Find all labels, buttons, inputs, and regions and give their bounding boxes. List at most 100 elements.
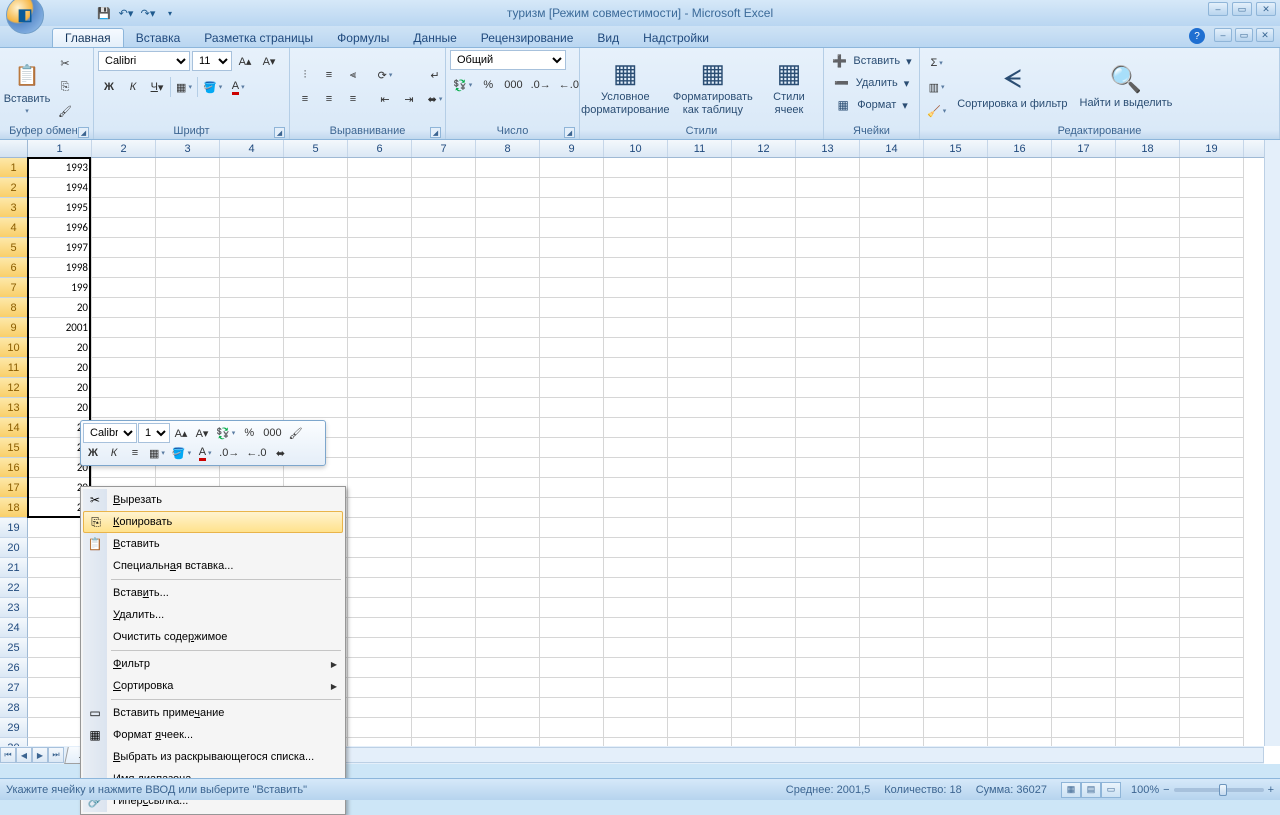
cell[interactable] (540, 278, 604, 298)
decrease-indent-icon[interactable]: ⇤ (374, 88, 396, 110)
mini-dec-decimal-icon[interactable]: ←.0 (243, 443, 269, 463)
cell[interactable] (1116, 398, 1180, 418)
cell[interactable] (156, 238, 220, 258)
cell[interactable] (220, 258, 284, 278)
cell[interactable]: 1994 (28, 178, 92, 198)
cell[interactable] (604, 598, 668, 618)
column-header[interactable]: 3 (156, 140, 220, 157)
cell[interactable] (1116, 498, 1180, 518)
column-header[interactable]: 18 (1116, 140, 1180, 157)
cell[interactable] (668, 278, 732, 298)
cell[interactable] (348, 218, 412, 238)
cell[interactable] (668, 338, 732, 358)
cell[interactable] (604, 378, 668, 398)
cell[interactable] (860, 218, 924, 238)
cell[interactable] (412, 678, 476, 698)
context-menu-item[interactable]: ⎘Копировать (83, 511, 343, 533)
cell[interactable] (1052, 678, 1116, 698)
cell[interactable] (924, 658, 988, 678)
cell[interactable] (604, 458, 668, 478)
cell[interactable] (924, 198, 988, 218)
cell[interactable] (1116, 258, 1180, 278)
cell[interactable] (1180, 458, 1244, 478)
cell[interactable] (220, 178, 284, 198)
cell[interactable] (924, 718, 988, 738)
mini-italic-button[interactable]: К (104, 443, 124, 463)
cell[interactable] (668, 178, 732, 198)
cell[interactable] (1052, 538, 1116, 558)
cell[interactable] (1116, 198, 1180, 218)
cell[interactable] (348, 278, 412, 298)
cell[interactable] (1052, 438, 1116, 458)
cell[interactable] (1052, 718, 1116, 738)
row-header[interactable]: 3 (0, 198, 28, 218)
cell[interactable] (796, 618, 860, 638)
cell[interactable] (924, 298, 988, 318)
cell[interactable] (92, 198, 156, 218)
cell[interactable] (1180, 398, 1244, 418)
cell[interactable] (1116, 458, 1180, 478)
cell[interactable] (860, 338, 924, 358)
cell[interactable] (284, 378, 348, 398)
ribbon-tab-1[interactable]: Вставка (124, 29, 193, 47)
cell[interactable] (540, 518, 604, 538)
cell[interactable] (1052, 298, 1116, 318)
cell[interactable] (348, 738, 412, 746)
cell[interactable] (732, 178, 796, 198)
cell[interactable] (1116, 678, 1180, 698)
cell[interactable] (1116, 358, 1180, 378)
cell[interactable] (476, 218, 540, 238)
decrease-font-icon[interactable]: A▾ (258, 50, 280, 72)
cell[interactable] (1052, 198, 1116, 218)
cell[interactable] (1116, 418, 1180, 438)
zoom-slider[interactable] (1174, 788, 1264, 792)
cell[interactable] (540, 718, 604, 738)
cell[interactable] (924, 618, 988, 638)
cell[interactable] (220, 278, 284, 298)
row-header[interactable]: 18 (0, 498, 28, 518)
cell[interactable] (220, 298, 284, 318)
mini-shrink-font-icon[interactable]: A▾ (192, 423, 212, 443)
page-break-view-icon[interactable]: ▭ (1101, 782, 1121, 798)
cell[interactable]: 20 (28, 338, 92, 358)
cell[interactable] (604, 738, 668, 746)
cell[interactable] (732, 478, 796, 498)
cell[interactable] (732, 458, 796, 478)
cell[interactable] (1180, 538, 1244, 558)
increase-font-icon[interactable]: A▴ (234, 50, 256, 72)
cell[interactable] (860, 498, 924, 518)
cell[interactable] (412, 538, 476, 558)
cell[interactable] (796, 558, 860, 578)
context-menu-item[interactable]: ✂Вырезать (83, 489, 343, 511)
column-header[interactable]: 15 (924, 140, 988, 157)
cell[interactable] (796, 578, 860, 598)
cell[interactable] (668, 298, 732, 318)
cell[interactable] (412, 718, 476, 738)
cell[interactable] (540, 338, 604, 358)
cell[interactable] (284, 258, 348, 278)
dialog-launcher[interactable]: ◢ (430, 127, 441, 138)
cell[interactable] (412, 438, 476, 458)
cell[interactable] (1052, 318, 1116, 338)
delete-cells-button[interactable]: ➖Удалить▾ (828, 72, 916, 94)
cell[interactable] (540, 678, 604, 698)
cell[interactable] (796, 418, 860, 438)
cell[interactable] (92, 278, 156, 298)
row-header[interactable]: 29 (0, 718, 28, 738)
cell[interactable] (796, 518, 860, 538)
cell[interactable] (220, 358, 284, 378)
cell[interactable] (284, 398, 348, 418)
mini-comma-icon[interactable]: 000 (260, 423, 284, 443)
cell[interactable] (1116, 578, 1180, 598)
cell[interactable] (156, 218, 220, 238)
cell[interactable] (796, 318, 860, 338)
cell[interactable] (604, 718, 668, 738)
cell[interactable] (156, 358, 220, 378)
borders-icon[interactable]: ▦ (173, 76, 195, 98)
number-format-select[interactable]: Общий (450, 50, 566, 70)
cell[interactable] (1052, 218, 1116, 238)
cell[interactable] (860, 538, 924, 558)
cell[interactable] (1052, 638, 1116, 658)
increase-decimal-icon[interactable]: .0→ (528, 74, 554, 96)
cell[interactable] (348, 598, 412, 618)
